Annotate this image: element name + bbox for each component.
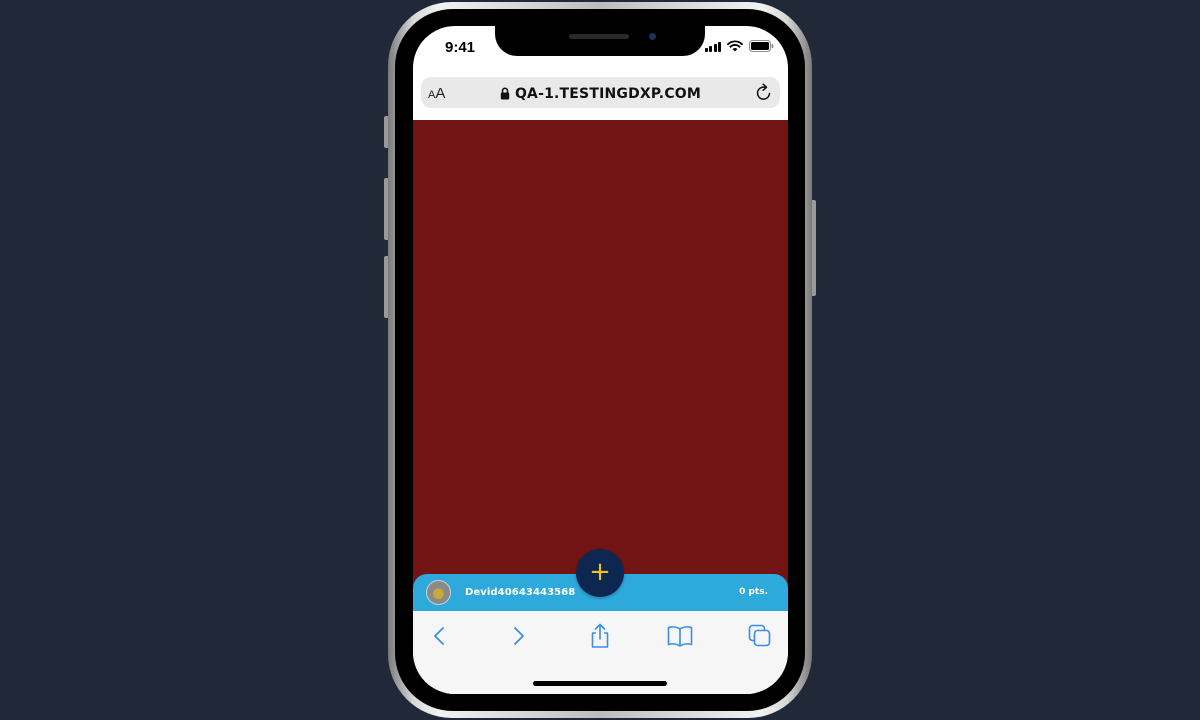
home-indicator	[533, 681, 667, 686]
player-points: 0 pts.	[739, 587, 768, 597]
url-text: QA-1.TESTINGDXP.COM	[514, 85, 702, 102]
forward-button[interactable]	[504, 623, 534, 649]
battery-icon	[749, 40, 774, 52]
tabs-button[interactable]	[745, 623, 775, 649]
reload-icon[interactable]	[755, 83, 773, 102]
back-icon	[434, 627, 444, 645]
camera	[649, 33, 656, 40]
player-username: Devid40643443568	[465, 587, 576, 598]
browser-toolbar	[413, 611, 788, 694]
share-button[interactable]	[585, 623, 615, 649]
forward-icon	[514, 627, 524, 645]
tabs-icon	[748, 624, 771, 647]
back-button[interactable]	[424, 623, 454, 649]
notch	[495, 26, 705, 56]
bookmarks-button[interactable]	[665, 623, 695, 649]
url-display[interactable]: QA-1.TESTINGDXP.COM	[421, 85, 780, 103]
address-bar[interactable]: AA QA-1.TESTINGDXP.COM	[421, 77, 780, 108]
lock-icon	[500, 87, 510, 100]
status-icons	[704, 40, 775, 52]
speaker	[569, 34, 629, 39]
avatar[interactable]	[426, 580, 451, 605]
share-icon	[591, 623, 609, 648]
cellular-signal-icon	[704, 41, 721, 52]
wifi-icon	[727, 40, 743, 52]
device-stage: 9:41 AA QA-1.TESTINGDXP.COM Devid4064344…	[0, 0, 1200, 720]
add-button[interactable]: +	[576, 549, 624, 597]
status-time: 9:41	[445, 39, 476, 56]
phone-screen: 9:41 AA QA-1.TESTINGDXP.COM Devid4064344…	[413, 26, 788, 694]
page-content	[413, 120, 788, 574]
bookmarks-icon	[667, 626, 693, 647]
